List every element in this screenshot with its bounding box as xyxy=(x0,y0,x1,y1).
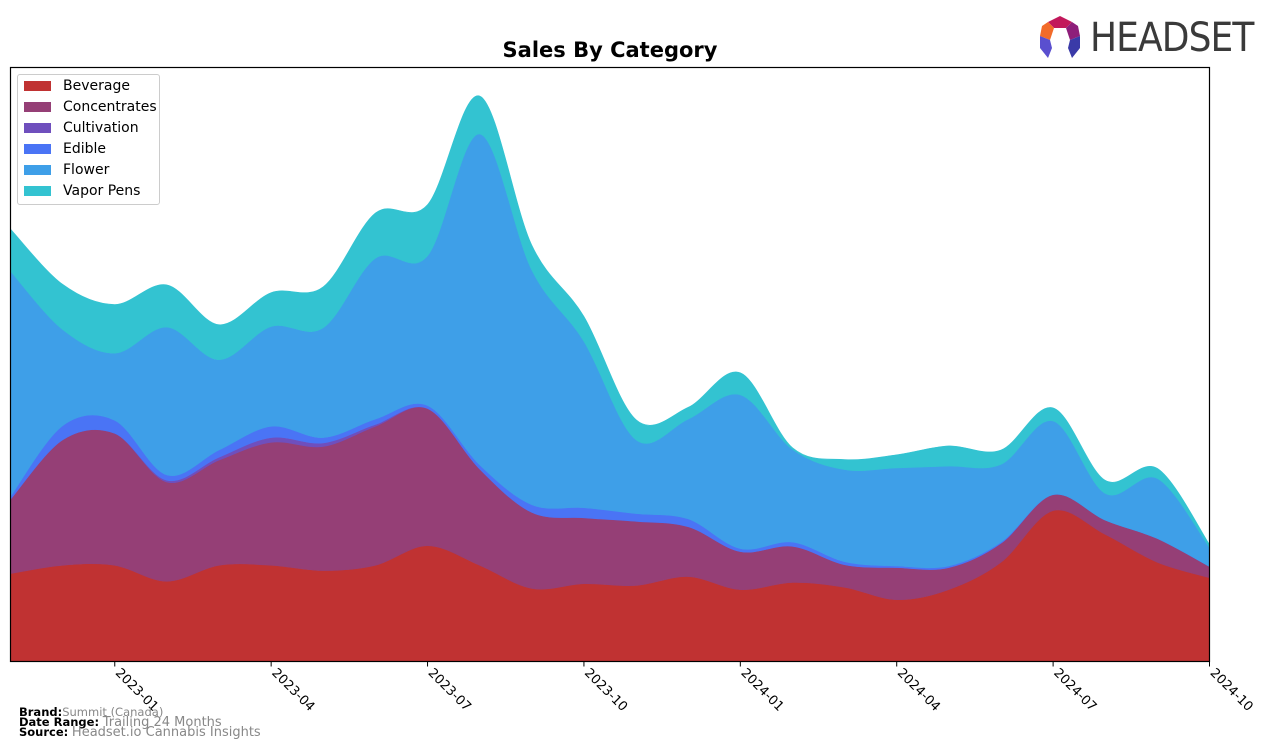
x-tick-label: 2023-04 xyxy=(268,666,317,715)
legend-item-beverage: Beverage xyxy=(24,76,130,96)
source-value: Headset.io Cannabis Insights xyxy=(71,725,261,740)
legend-swatch xyxy=(24,186,51,196)
legend-swatch xyxy=(24,144,51,154)
source-label: Source: xyxy=(19,725,69,739)
x-tick-label: 2024-10 xyxy=(1207,666,1256,715)
legend-swatch xyxy=(24,102,51,112)
legend-item-vapor-pens: Vapor Pens xyxy=(24,181,140,201)
x-axis: 2023-01 2023-04 2023-07 2023-10 2024-01 2024-… xyxy=(112,661,1256,715)
x-tick-label: 2024-01 xyxy=(737,666,786,715)
x-tick-label: 2024-04 xyxy=(894,666,943,715)
legend-label: Beverage xyxy=(63,78,130,94)
legend-item-concentrates: Concentrates xyxy=(24,97,157,117)
legend-swatch xyxy=(24,165,51,175)
legend-swatch xyxy=(24,81,51,91)
x-tick-label: 2023-10 xyxy=(581,666,630,715)
legend-item-edible: Edible xyxy=(24,139,106,159)
legend-label: Concentrates xyxy=(63,99,157,115)
legend-item-flower: Flower xyxy=(24,160,109,180)
legend: Beverage Concentrates Cultivation Edible… xyxy=(17,74,160,205)
legend-label: Edible xyxy=(63,141,107,157)
legend-label: Flower xyxy=(63,162,110,178)
x-tick-label: 2023-07 xyxy=(425,666,474,715)
footer-source: Source: Headset.io Cannabis Insights xyxy=(19,725,261,740)
area-layers xyxy=(10,95,1210,662)
legend-label: Cultivation xyxy=(63,120,139,136)
x-tick-label: 2024-07 xyxy=(1050,666,1099,715)
chart-plot: 2023-01 2023-04 2023-07 2023-10 2024-01 2024-… xyxy=(9,66,1256,715)
legend-item-cultivation: Cultivation xyxy=(24,118,139,138)
legend-label: Vapor Pens xyxy=(63,183,141,199)
legend-swatch xyxy=(24,123,51,133)
